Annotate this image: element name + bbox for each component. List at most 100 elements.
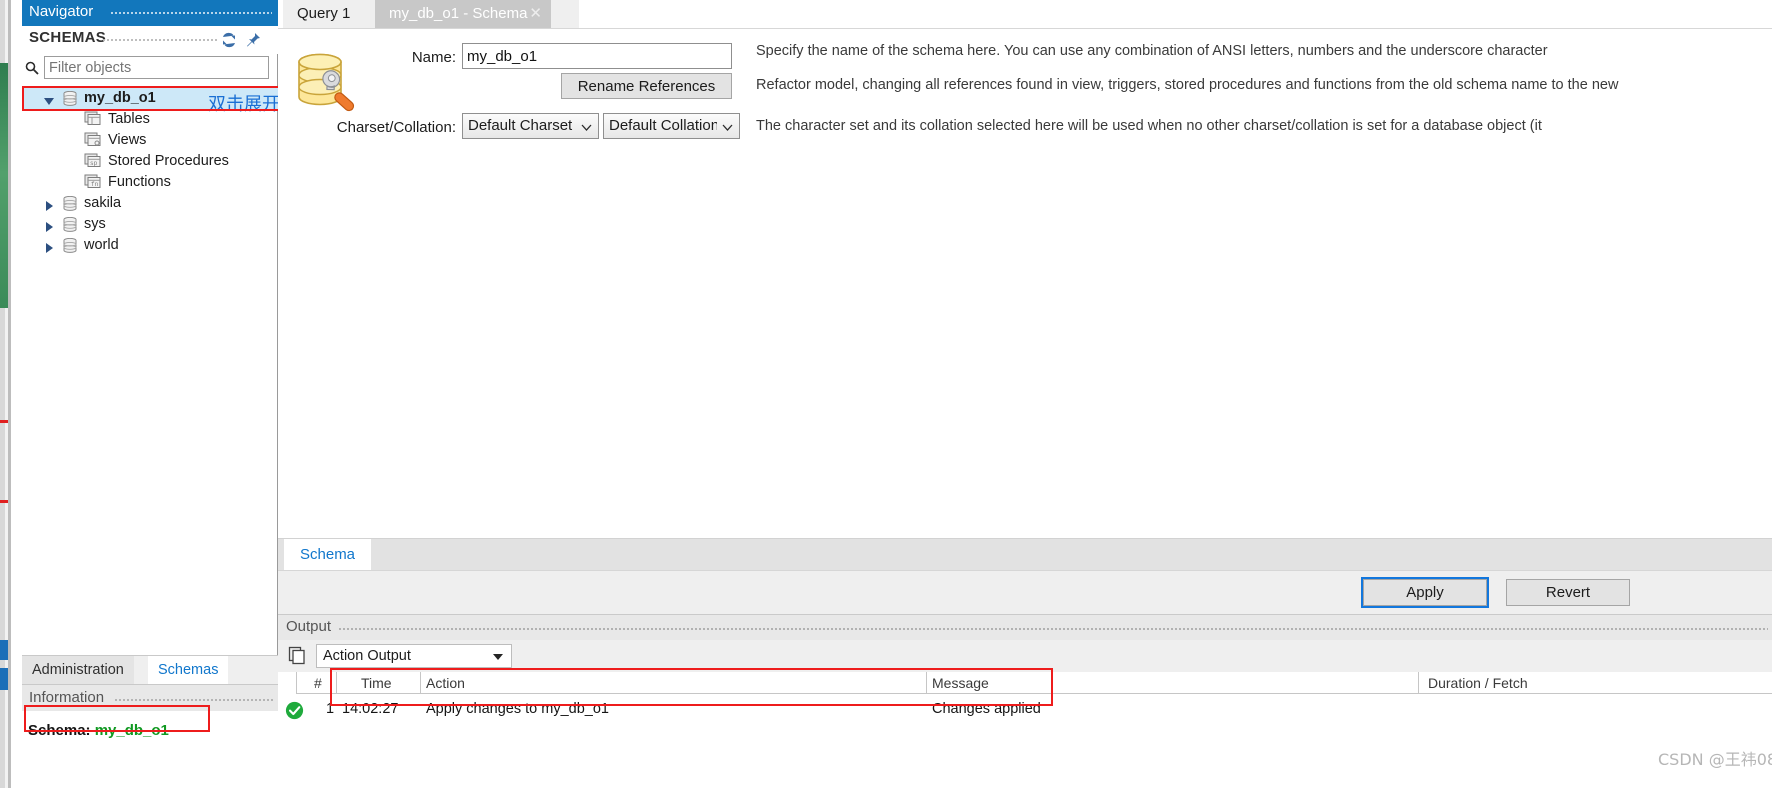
svg-text:sp: sp xyxy=(90,160,98,167)
rename-references-button[interactable]: Rename References xyxy=(561,73,732,99)
tree-item-label: Tables xyxy=(108,111,150,127)
information-label: Information xyxy=(29,689,105,706)
refresh-icon[interactable] xyxy=(220,31,238,49)
tree-item-label: sys xyxy=(84,216,106,232)
column-header-time[interactable]: Time xyxy=(361,675,392,691)
table-row[interactable]: 1 14:02:27 Apply changes to my_db_o1 Cha… xyxy=(278,694,1772,728)
output-toolbar: Action Output xyxy=(278,640,1772,672)
main-area: Query 1 my_db_o1 - Schema ✕ Name: my_db_… xyxy=(278,0,1772,788)
action-button-strip: Apply Revert xyxy=(278,570,1772,614)
database-icon xyxy=(62,90,78,106)
window-edge-sliver xyxy=(0,0,22,788)
action-output-header-row: # Time Action Message Duration / Fetch xyxy=(278,672,1772,694)
functions-folder-icon: fn xyxy=(84,174,103,190)
chevron-right-icon[interactable] xyxy=(44,241,54,253)
annotation-text: 双击展开 xyxy=(208,94,280,115)
schema-info: Schema: my_db_o1 xyxy=(28,722,169,739)
schema-info-value: my_db_o1 xyxy=(94,722,169,739)
tab-schemas[interactable]: Schemas xyxy=(148,656,229,685)
output-view-select[interactable]: Action Output xyxy=(316,644,512,668)
tree-item-label: Stored Procedures xyxy=(108,153,229,169)
tab-my_db_o1-schema[interactable]: my_db_o1 - Schema ✕ xyxy=(375,0,551,28)
column-header-number[interactable]: # xyxy=(314,675,322,691)
title-dot-texture xyxy=(110,11,272,16)
tab-label: my_db_o1 - Schema xyxy=(389,5,528,22)
schema-editor: Name: Rename References Charset/Collatio… xyxy=(278,28,1772,538)
tree-item-label: sakila xyxy=(84,195,122,211)
charset-collation-label: Charset/Collation: xyxy=(336,119,456,136)
editor-bottom-tab-row: Schema xyxy=(278,538,1772,571)
tab-label: Query 1 xyxy=(297,5,351,22)
svg-text:fn: fn xyxy=(91,181,99,188)
tables-folder-icon xyxy=(84,111,103,127)
collation-select[interactable]: Default Collation xyxy=(603,113,740,139)
charset-select-value: Default Charset xyxy=(468,117,573,134)
chevron-down-icon[interactable] xyxy=(44,94,54,105)
views-folder-icon xyxy=(84,132,103,148)
navigator-title-bar: Navigator xyxy=(22,0,278,26)
close-icon[interactable]: ✕ xyxy=(529,0,542,27)
apply-button[interactable]: Apply xyxy=(1361,577,1489,608)
action-output-table: # Time Action Message Duration / Fetch 1… xyxy=(278,672,1772,788)
tab-bar-filler xyxy=(551,0,579,28)
stored-procedures-folder-icon: sp xyxy=(84,153,103,169)
success-check-icon xyxy=(285,701,304,720)
tab-query-1[interactable]: Query 1 xyxy=(283,0,375,28)
cell-action: Apply changes to my_db_o1 xyxy=(426,701,609,717)
tree-item-label: Views xyxy=(108,132,147,148)
name-hint-text: Specify the name of the schema here. You… xyxy=(756,43,1548,59)
database-icon xyxy=(62,195,78,211)
charset-select[interactable]: Default Charset xyxy=(462,113,599,139)
schemas-header-label: SCHEMAS xyxy=(29,29,107,46)
navigator-title: Navigator xyxy=(29,3,94,20)
information-section-header: Information xyxy=(22,684,278,711)
chevron-down-icon xyxy=(493,654,503,660)
mysql-workbench-window: Navigator SCHEMAS Filter objects my_db_o… xyxy=(0,0,1772,788)
chevron-down-icon xyxy=(722,121,733,132)
tree-item-label: Functions xyxy=(108,174,171,190)
name-label: Name: xyxy=(411,49,456,66)
database-icon xyxy=(62,216,78,232)
tree-item-label: world xyxy=(84,237,119,253)
tab-schema[interactable]: Schema xyxy=(284,539,372,571)
filter-row xyxy=(22,56,278,82)
copy-icon[interactable] xyxy=(288,646,307,665)
background-window-strip xyxy=(0,63,8,308)
output-section-header: Output xyxy=(278,614,1772,640)
pin-icon[interactable] xyxy=(244,31,262,49)
information-body: Schema: my_db_o1 xyxy=(22,711,278,788)
chevron-down-icon xyxy=(581,121,592,132)
tree-item-world[interactable]: world xyxy=(22,235,278,256)
column-header-action[interactable]: Action xyxy=(426,675,465,691)
database-icon xyxy=(62,237,78,253)
output-label: Output xyxy=(286,618,332,635)
search-icon xyxy=(24,60,40,76)
chevron-right-icon[interactable] xyxy=(44,199,54,211)
schema-name-input[interactable] xyxy=(462,43,732,69)
tab-administration[interactable]: Administration xyxy=(22,656,134,685)
tree-item-stored-procedures[interactable]: sp Stored Procedures xyxy=(22,151,278,172)
output-view-value: Action Output xyxy=(323,648,411,664)
collation-select-value: Default Collation xyxy=(609,117,717,134)
schemas-section-header: SCHEMAS xyxy=(22,26,278,54)
column-header-message[interactable]: Message xyxy=(932,675,989,691)
revert-button[interactable]: Revert xyxy=(1506,579,1630,606)
column-header-duration[interactable]: Duration / Fetch xyxy=(1428,675,1528,691)
filter-objects-input[interactable] xyxy=(44,56,269,79)
tree-item-label: my_db_o1 xyxy=(84,90,156,106)
tree-item-functions[interactable]: fn Functions xyxy=(22,172,278,193)
cell-message: Changes applied xyxy=(932,701,1041,717)
cell-number: 1 xyxy=(326,701,335,717)
watermark: CSDN @王祎0825 xyxy=(1658,750,1772,769)
charset-hint-text: The character set and its collation sele… xyxy=(756,118,1542,134)
schema-info-key: Schema: xyxy=(28,722,91,739)
editor-tab-bar: Query 1 my_db_o1 - Schema ✕ xyxy=(278,0,1772,28)
cell-time: 14:02:27 xyxy=(342,701,399,717)
rename-hint-text: Refactor model, changing all references … xyxy=(756,77,1619,93)
tree-item-sys[interactable]: sys xyxy=(22,214,278,235)
tree-item-views[interactable]: Views xyxy=(22,130,278,151)
navigator-panel: Navigator SCHEMAS Filter objects my_db_o… xyxy=(22,0,284,788)
tree-item-sakila[interactable]: sakila xyxy=(22,193,278,214)
navigator-panel-tabs: Administration Schemas xyxy=(22,655,278,685)
chevron-right-icon[interactable] xyxy=(44,220,54,232)
